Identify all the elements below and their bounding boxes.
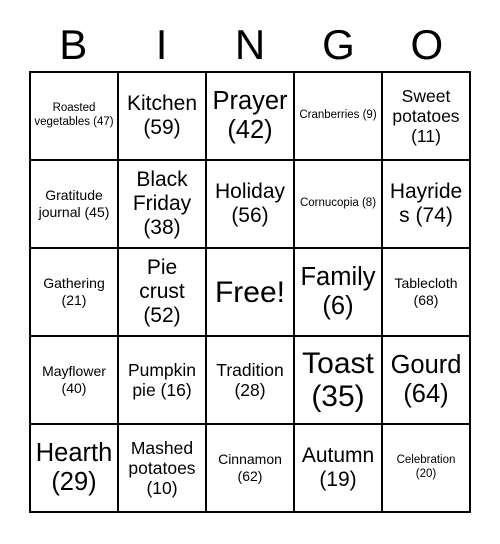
bingo-cell-label: Cranberries (9): [299, 109, 377, 122]
bingo-card: B I N G O Roasted vegetables (47) Kitchen…: [0, 0, 500, 544]
bingo-header-row: B I N G O: [29, 18, 471, 71]
bingo-cell[interactable]: Celebration (20): [383, 425, 471, 513]
bingo-cell-label: Gratitude journal (45): [38, 187, 110, 220]
bingo-cell[interactable]: Holiday (56): [207, 161, 295, 249]
bingo-header-letter-i: I: [155, 20, 168, 68]
bingo-cell[interactable]: Tradition (28): [207, 337, 295, 425]
bingo-header-letter-n: N: [234, 20, 266, 68]
bingo-cell-label: Free!: [214, 275, 286, 309]
bingo-cell-label: Family (6): [300, 263, 376, 320]
bingo-cell-label: Tradition (28): [216, 359, 284, 400]
bingo-cell[interactable]: Prayer (42): [207, 73, 295, 161]
bingo-cell[interactable]: Cranberries (9): [295, 73, 383, 161]
bingo-cell-label: Pie crust (52): [139, 256, 185, 327]
bingo-header-letter-o: O: [410, 20, 444, 68]
bingo-cell-label: Gathering (21): [43, 275, 105, 308]
bingo-cell[interactable]: Toast (35): [295, 337, 383, 425]
bingo-cell-label: Cinnamon (62): [218, 451, 282, 484]
bingo-cell[interactable]: Hayrides (74): [383, 161, 471, 249]
bingo-cell[interactable]: Autumn (19): [295, 425, 383, 513]
bingo-cell[interactable]: Cornucopia (8): [295, 161, 383, 249]
bingo-cell[interactable]: Gourd (64): [383, 337, 471, 425]
bingo-header-letter-g: G: [322, 20, 355, 68]
bingo-cell[interactable]: Gratitude journal (45): [31, 161, 119, 249]
bingo-cell-label: Prayer (42): [212, 87, 288, 144]
bingo-cell-label: Celebration (20): [396, 454, 456, 480]
bingo-cell-label: Cornucopia (8): [299, 197, 377, 210]
bingo-cell-label: Sweet potatoes (11): [392, 85, 460, 147]
bingo-cell-label: Hayrides (74): [389, 180, 463, 227]
bingo-cell[interactable]: Pie crust (52): [119, 249, 207, 337]
bingo-cell-label: Gourd (64): [390, 351, 462, 408]
bingo-cell-label: Mashed potatoes (10): [128, 437, 196, 499]
bingo-cell-label: Kitchen (59): [126, 92, 198, 139]
bingo-cell-label: Roasted vegetables (47): [34, 102, 114, 128]
bingo-header-letter-b: B: [59, 20, 88, 68]
bingo-cell[interactable]: Hearth (29): [31, 425, 119, 513]
bingo-cell[interactable]: Gathering (21): [31, 249, 119, 337]
bingo-cell[interactable]: Cinnamon (62): [207, 425, 295, 513]
bingo-cell[interactable]: Kitchen (59): [119, 73, 207, 161]
bingo-cell[interactable]: Roasted vegetables (47): [31, 73, 119, 161]
bingo-cell-label: Pumpkin pie (16): [127, 359, 197, 400]
bingo-cell-label: Toast (35): [302, 347, 374, 413]
bingo-cell-label: Mayflower (40): [42, 363, 106, 396]
bingo-cell[interactable]: Black Friday (38): [119, 161, 207, 249]
bingo-cell[interactable]: Family (6): [295, 249, 383, 337]
bingo-grid: Roasted vegetables (47) Kitchen (59) Praye…: [29, 71, 471, 513]
bingo-cell[interactable]: Pumpkin pie (16): [119, 337, 207, 425]
bingo-free-space[interactable]: Free!: [207, 249, 295, 337]
bingo-cell-label: Holiday (56): [214, 180, 286, 227]
bingo-cell-label: Autumn (19): [301, 444, 375, 491]
bingo-cell[interactable]: Mashed potatoes (10): [119, 425, 207, 513]
bingo-cell-label: Black Friday (38): [132, 168, 192, 239]
bingo-cell[interactable]: Mayflower (40): [31, 337, 119, 425]
bingo-cell[interactable]: Sweet potatoes (11): [383, 73, 471, 161]
bingo-cell-label: Tablecloth (68): [394, 275, 458, 308]
bingo-cell[interactable]: Tablecloth (68): [383, 249, 471, 337]
bingo-cell-label: Hearth (29): [35, 439, 113, 496]
